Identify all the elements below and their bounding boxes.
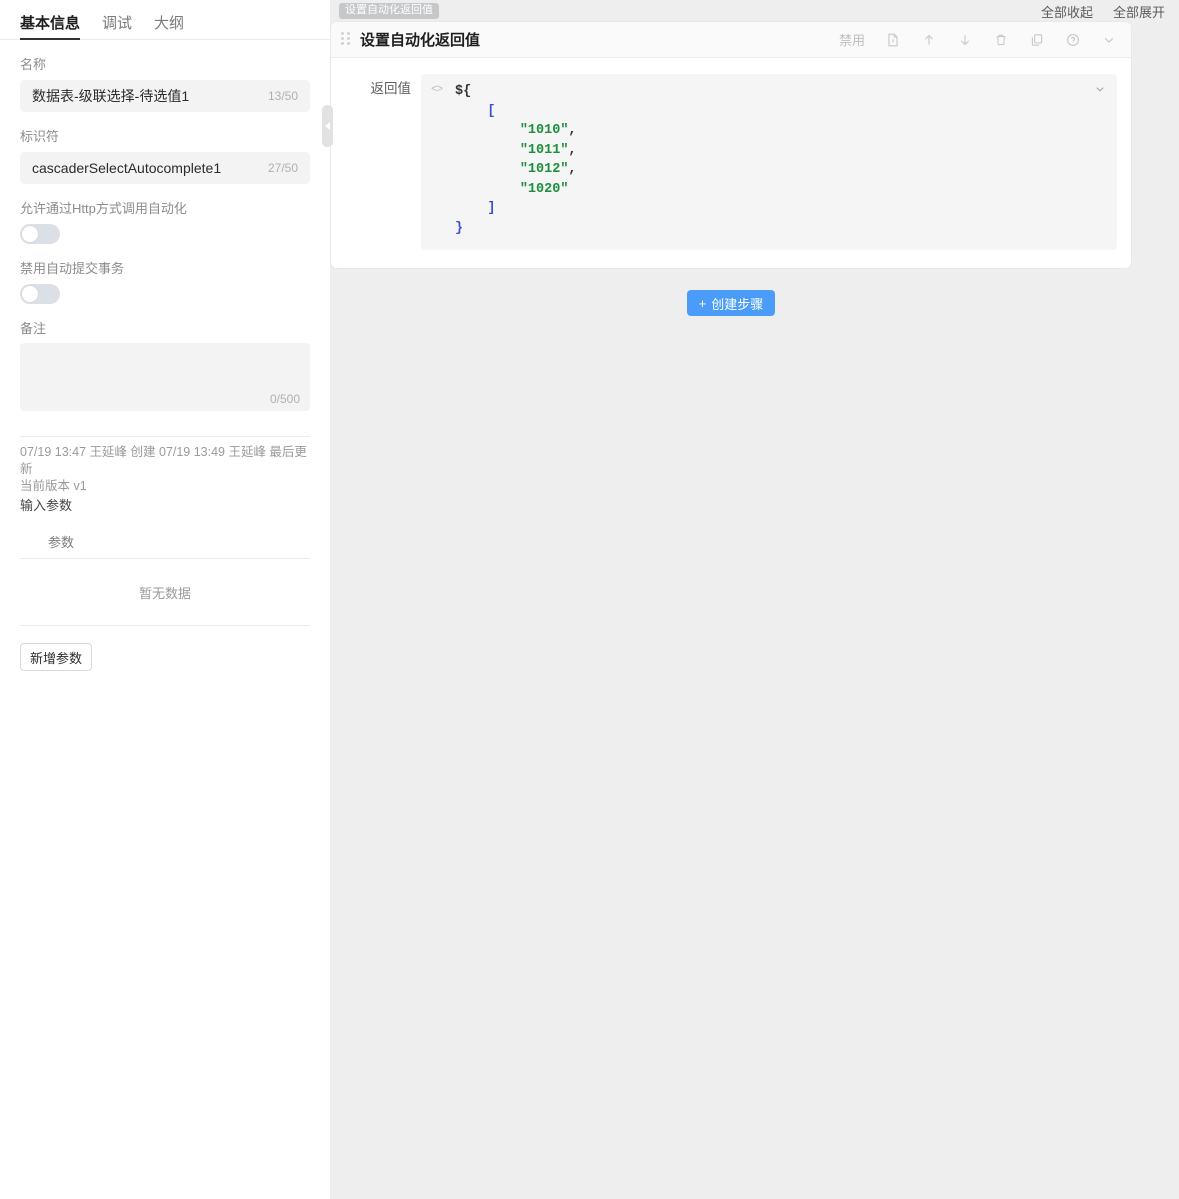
name-input-value: 数据表-级联选择-待选值1 <box>32 87 190 104</box>
toggle-knob <box>22 225 38 242</box>
copy-icon[interactable] <box>1029 32 1045 48</box>
step-header-actions: 禁用 <box>839 30 1117 49</box>
collapse-all-button[interactable]: 全部收起 <box>1041 2 1093 21</box>
code-token: } <box>455 220 464 236</box>
code-token: ] <box>487 201 496 216</box>
code-token: , <box>568 162 577 177</box>
tab-bar: 基本信息 调试 大纲 <box>0 0 330 40</box>
tab-label: 基本信息 <box>20 15 81 32</box>
tab-basic-info[interactable]: 基本信息 <box>20 15 81 40</box>
chevron-down-icon[interactable] <box>1101 32 1117 48</box>
input-params-table: 参数 暂无数据 <box>20 525 310 627</box>
identifier-input-value: cascaderSelectAutocomplete1 <box>32 159 222 176</box>
meta-history: 07/19 13:47 王延峰 创建 07/19 13:49 王延峰 最后更新 <box>20 445 307 477</box>
collapse-panel-handle[interactable] <box>322 105 333 147</box>
arrow-down-icon[interactable] <box>957 32 973 48</box>
add-param-button[interactable]: 新增参数 <box>20 643 93 672</box>
help-circle-icon[interactable] <box>1065 32 1081 48</box>
input-params-title: 输入参数 <box>20 498 73 514</box>
add-param-button-label: 新增参数 <box>30 650 83 666</box>
automation-editor: 基本信息 调试 大纲 名称 数据表-级联选择-待选值1 13/50 标识符 ca… <box>0 0 1179 1199</box>
expand-all-button[interactable]: 全部展开 <box>1113 2 1165 21</box>
tab-label: 大纲 <box>154 15 185 32</box>
settings-form: 名称 数据表-级联选择-待选值1 13/50 标识符 cascaderSelec… <box>0 57 330 672</box>
code-brackets-icon: <> <box>431 84 443 96</box>
step-title: 设置自动化返回值 <box>360 32 481 49</box>
http-toggle-switch[interactable] <box>20 223 60 244</box>
step-tooltip-badge: 设置自动化返回值 <box>339 3 439 19</box>
toggle-knob <box>22 285 38 302</box>
disable-step-button[interactable]: 禁用 <box>839 30 865 49</box>
table-header-row: 参数 <box>20 525 310 560</box>
trash-icon[interactable] <box>993 32 1009 48</box>
name-input-counter: 13/50 <box>267 88 298 103</box>
canvas-toolbar: 全部收起 全部展开 <box>330 0 1179 22</box>
flow-canvas: 全部收起 全部展开 设置自动化返回值 设置自动化返回值 禁用 返回值 <> ${… <box>330 0 1179 1199</box>
step-card-body: 返回值 <> ${ [ "1010", "1011", "1012", "102… <box>331 58 1131 268</box>
code-token: "1011" <box>519 142 569 158</box>
code-content: ${ [ "1010", "1011", "1012", "1020" ] } <box>431 82 1083 238</box>
arrow-up-icon[interactable] <box>921 32 937 48</box>
chevron-down-icon[interactable] <box>1093 82 1107 96</box>
code-token: [ <box>487 103 496 119</box>
chevron-left-icon <box>325 122 330 130</box>
note-icon[interactable] <box>885 32 901 48</box>
identifier-input-counter: 27/50 <box>267 160 298 175</box>
remark-textarea[interactable]: 0/500 <box>20 343 310 412</box>
code-token: "1010" <box>519 123 569 138</box>
tab-label: 调试 <box>102 15 133 32</box>
return-value-code-editor[interactable]: <> ${ [ "1010", "1011", "1012", "1020" ]… <box>421 74 1117 250</box>
return-value-label: 返回值 <box>370 81 412 96</box>
disable-autocommit-switch[interactable] <box>20 283 60 304</box>
column-header-param: 参数 <box>48 535 75 551</box>
code-token: "1012" <box>519 162 569 177</box>
code-token: "1020" <box>519 181 569 197</box>
left-settings-panel: 基本信息 调试 大纲 名称 数据表-级联选择-待选值1 13/50 标识符 ca… <box>0 0 330 1199</box>
http-toggle-label: 允许通过Http方式调用自动化 <box>20 200 187 216</box>
remark-textarea-counter: 0/500 <box>269 392 300 407</box>
tab-outline[interactable]: 大纲 <box>154 16 184 39</box>
create-step-area: + 创建步骤 <box>331 290 1131 316</box>
code-token: ${ <box>455 84 472 99</box>
create-step-button[interactable]: + 创建步骤 <box>686 290 776 316</box>
drag-handle-icon[interactable] <box>341 31 351 48</box>
remark-field-label: 备注 <box>20 320 47 336</box>
table-empty-state: 暂无数据 <box>20 559 310 627</box>
code-token: , <box>568 142 577 158</box>
name-field-label: 名称 <box>20 57 47 72</box>
tab-debug[interactable]: 调试 <box>102 16 132 39</box>
meta-version: 当前版本 v1 <box>20 479 87 494</box>
plus-icon: + <box>698 295 707 311</box>
disable-autocommit-label: 禁用自动提交事务 <box>20 260 125 276</box>
meta-divider <box>20 436 310 438</box>
identifier-field-label: 标识符 <box>20 128 60 144</box>
name-input[interactable]: 数据表-级联选择-待选值1 13/50 <box>20 79 310 112</box>
create-step-button-label: 创建步骤 <box>711 296 764 312</box>
step-card-header: 设置自动化返回值 禁用 <box>331 22 1131 58</box>
step-card: 设置自动化返回值 禁用 返回值 <> ${["1010", "1011", … <box>331 22 1131 268</box>
identifier-input[interactable]: cascaderSelectAutocomplete1 27/50 <box>20 151 310 184</box>
code-token: , <box>568 123 577 138</box>
